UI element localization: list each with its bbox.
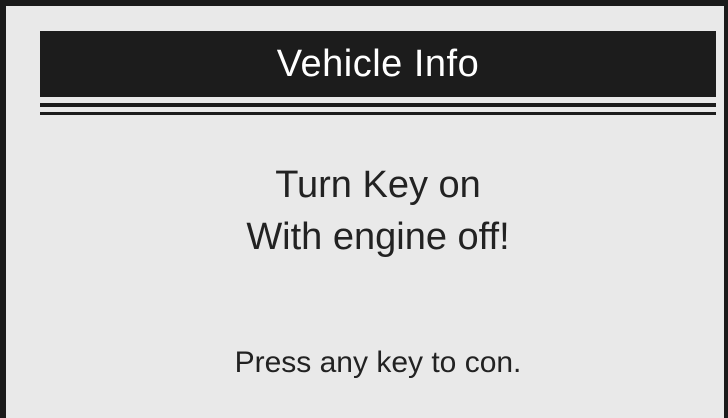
instruction-line-1: Turn Key on bbox=[275, 164, 481, 206]
page-title: Vehicle Info bbox=[276, 42, 480, 85]
instruction-line-2: With engine off! bbox=[246, 216, 510, 258]
device-screen: Vehicle Info Turn Key on With engine off… bbox=[0, 0, 728, 418]
header-divider-top bbox=[40, 103, 716, 107]
header-divider-bottom bbox=[40, 112, 716, 115]
title-bar: Vehicle Info bbox=[40, 31, 716, 97]
continue-prompt: Press any key to con. bbox=[234, 346, 522, 379]
